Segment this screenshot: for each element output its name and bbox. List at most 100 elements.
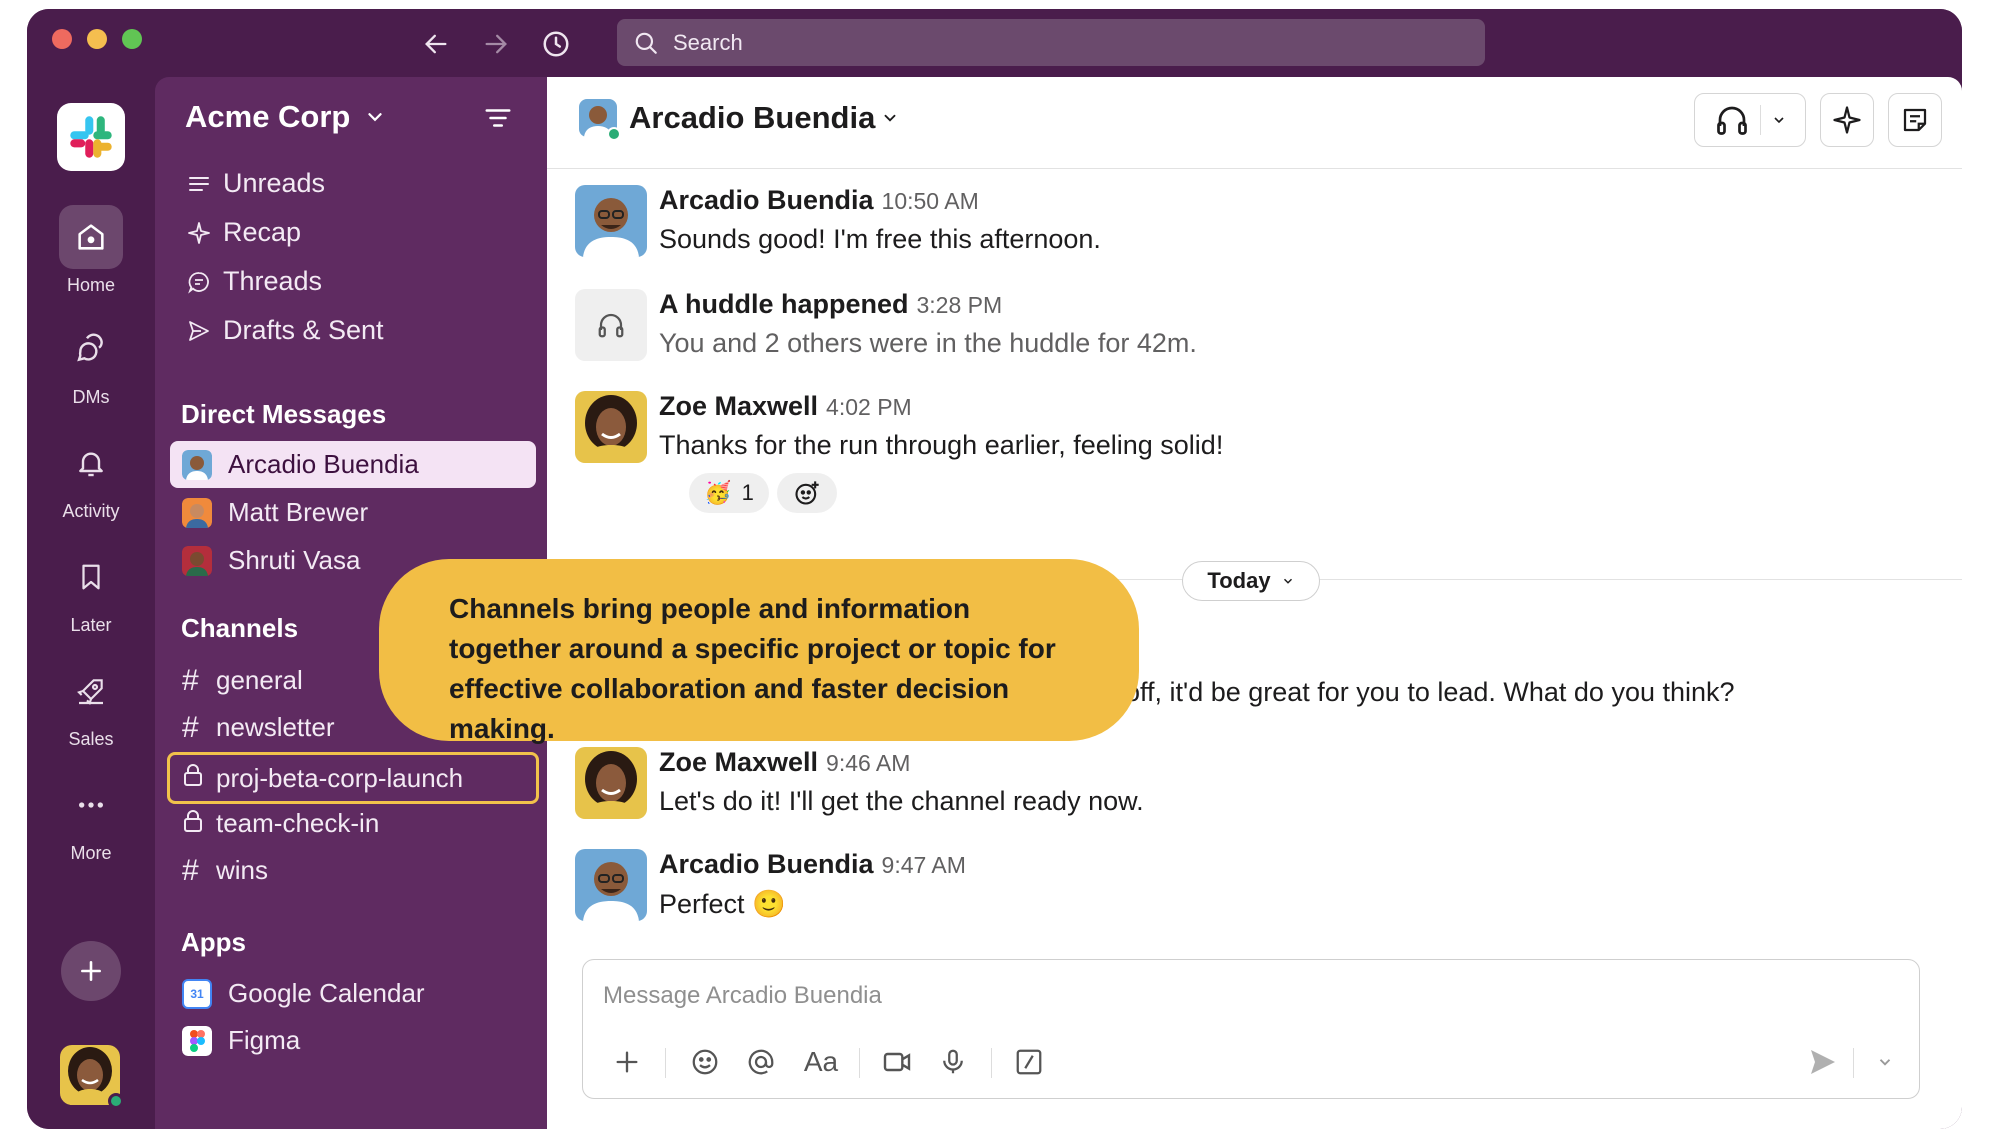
chevron-down-icon[interactable] xyxy=(1863,1040,1907,1084)
back-arrow-icon[interactable] xyxy=(419,27,453,61)
dm-item-arcadio[interactable]: Arcadio Buendia xyxy=(170,441,536,488)
dm-label: Shruti Vasa xyxy=(228,545,361,575)
channel-item-team-check-in[interactable]: team-check-in xyxy=(170,800,536,847)
title-bar: Search xyxy=(27,9,1962,77)
mention-icon[interactable] xyxy=(739,1040,783,1084)
app-item-figma[interactable]: Figma xyxy=(170,1017,536,1064)
hash-icon: # xyxy=(182,853,199,887)
dm-label: Matt Brewer xyxy=(228,497,369,527)
nav-drafts-sent[interactable]: Drafts & Sent xyxy=(187,306,384,355)
nav-unreads[interactable]: Unreads xyxy=(187,159,384,208)
avatar xyxy=(182,449,212,480)
online-status-dot xyxy=(108,1093,124,1109)
nav-recap[interactable]: Recap xyxy=(187,208,384,257)
search-placeholder: Search xyxy=(673,29,743,55)
reaction-count: 1 xyxy=(741,480,754,505)
user-avatar[interactable] xyxy=(60,1045,124,1109)
nav-unreads-label: Unreads xyxy=(223,168,326,198)
message-author[interactable]: Arcadio Buendia xyxy=(659,185,874,215)
canvas-icon xyxy=(1903,108,1927,132)
reaction-chip[interactable]: 🥳 1 xyxy=(689,473,769,513)
ai-sparkle-button[interactable] xyxy=(1820,93,1874,147)
forward-arrow-icon[interactable] xyxy=(479,27,513,61)
apps-section-header[interactable]: Apps xyxy=(181,927,246,958)
rail-later-label: Later xyxy=(70,615,112,635)
message-time[interactable]: 3:28 PM xyxy=(917,292,1003,318)
message-time[interactable]: 10:50 AM xyxy=(882,188,979,214)
history-clock-icon[interactable] xyxy=(539,27,573,61)
conversation-title: Arcadio Buendia xyxy=(629,100,876,135)
plus-icon[interactable] xyxy=(605,1040,649,1084)
message-author[interactable]: Zoe Maxwell xyxy=(659,391,818,421)
workspace-switcher[interactable]: Acme Corp xyxy=(185,99,386,135)
hash-icon: # xyxy=(182,663,199,697)
conversation-title-button[interactable]: Arcadio Buendia xyxy=(579,99,899,141)
avatar[interactable] xyxy=(575,185,647,257)
rail-sales[interactable]: Sales xyxy=(27,659,155,750)
zoom-window-button[interactable] xyxy=(122,29,142,49)
filter-icon[interactable] xyxy=(483,103,513,138)
slack-logo-icon[interactable] xyxy=(57,103,125,171)
rail-more[interactable]: More xyxy=(27,773,155,864)
app-window: Search Home DMs Activity Later Sales Mor… xyxy=(27,9,1962,1129)
tooltip-text: Channels bring people and information to… xyxy=(449,593,1056,744)
channels-section-header[interactable]: Channels xyxy=(181,613,298,644)
add-reaction-button[interactable] xyxy=(777,473,837,513)
add-workspace-button[interactable] xyxy=(61,941,121,1001)
avatar[interactable] xyxy=(575,747,647,819)
emoji-icon[interactable] xyxy=(683,1040,727,1084)
avatar xyxy=(579,99,621,141)
search-icon xyxy=(635,32,657,54)
huddle-button[interactable] xyxy=(1694,93,1806,147)
message-text: You and 2 others were in the huddle for … xyxy=(659,328,1197,358)
sparkle-icon xyxy=(1833,106,1861,134)
sparkle-icon xyxy=(187,221,223,245)
avatar[interactable] xyxy=(575,849,647,921)
date-divider-label: Today xyxy=(1207,568,1271,593)
dm-item-matt[interactable]: Matt Brewer xyxy=(170,489,536,536)
app-item-google-calendar[interactable]: 31 Google Calendar xyxy=(170,970,536,1017)
rail-later[interactable]: Later xyxy=(27,545,155,636)
workspace-rail: Home DMs Activity Later Sales More xyxy=(27,77,155,1129)
message-author[interactable]: Zoe Maxwell xyxy=(659,747,818,777)
rail-activity[interactable]: Activity xyxy=(27,431,155,522)
search-bar[interactable]: Search xyxy=(617,19,1485,66)
smile-emoji: 🙂 xyxy=(752,889,786,919)
channel-item-proj-beta-corp-launch[interactable]: proj-beta-corp-launch xyxy=(167,752,539,804)
video-icon[interactable] xyxy=(875,1040,919,1084)
bell-icon xyxy=(59,431,123,495)
date-divider-button[interactable]: Today xyxy=(1182,561,1320,601)
message-input[interactable] xyxy=(603,976,1803,1016)
channel-label: newsletter xyxy=(216,712,335,742)
hash-icon: # xyxy=(182,710,199,744)
microphone-icon[interactable] xyxy=(931,1040,975,1084)
header-actions xyxy=(1694,93,1942,147)
canvas-button[interactable] xyxy=(1888,93,1942,147)
channel-item-wins[interactable]: # wins xyxy=(170,847,536,894)
channels-tooltip: Channels bring people and information to… xyxy=(379,559,1139,744)
nav-threads[interactable]: Threads xyxy=(187,257,384,306)
message-time[interactable]: 9:46 AM xyxy=(826,750,910,776)
lock-icon xyxy=(182,761,212,795)
huddle-headphones-icon xyxy=(575,289,647,361)
formatting-button[interactable]: Aa xyxy=(793,1040,849,1084)
close-window-button[interactable] xyxy=(52,29,72,49)
conversation-header: Arcadio Buendia xyxy=(547,77,1962,169)
nav-recap-label: Recap xyxy=(223,217,302,247)
avatar[interactable] xyxy=(575,391,647,463)
rail-home[interactable]: Home xyxy=(27,205,155,296)
send-icon[interactable] xyxy=(1801,1040,1845,1084)
party-emoji: 🥳 xyxy=(704,480,732,505)
dm-section-header[interactable]: Direct Messages xyxy=(181,399,386,430)
online-status-dot xyxy=(607,127,621,141)
rail-dms[interactable]: DMs xyxy=(27,317,155,408)
chevron-down-icon xyxy=(884,114,896,122)
google-calendar-icon: 31 xyxy=(182,978,212,1009)
message-time[interactable]: 4:02 PM xyxy=(826,394,912,420)
channel-label: team-check-in xyxy=(216,808,380,838)
nav-threads-label: Threads xyxy=(223,266,323,296)
slash-command-icon[interactable] xyxy=(1007,1040,1051,1084)
minimize-window-button[interactable] xyxy=(87,29,107,49)
message-author[interactable]: Arcadio Buendia xyxy=(659,849,874,879)
message-time[interactable]: 9:47 AM xyxy=(882,852,966,878)
